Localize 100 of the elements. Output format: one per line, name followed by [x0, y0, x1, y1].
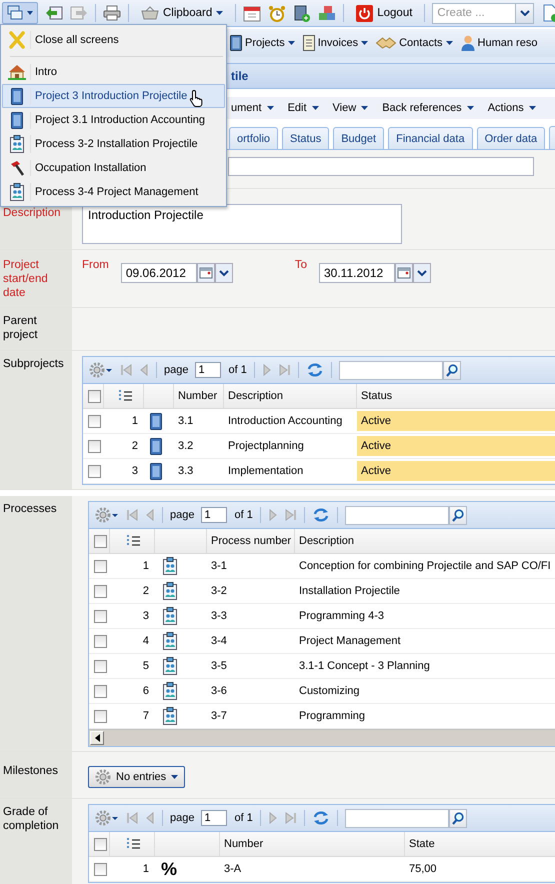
gear-icon[interactable] — [95, 507, 119, 523]
tab[interactable]: Status — [282, 127, 330, 149]
page-number-field[interactable]: 1 — [195, 362, 222, 378]
description-field[interactable]: Introduction Projectile — [82, 204, 402, 244]
calendar-icon[interactable] — [395, 263, 413, 283]
next-page-icon[interactable] — [268, 811, 278, 825]
next-page-icon[interactable] — [268, 508, 278, 522]
checkbox[interactable] — [94, 634, 107, 648]
checkbox[interactable] — [94, 534, 107, 548]
menu-item[interactable]: Process 3-4 Project Management — [2, 180, 225, 204]
previous-page-icon[interactable] — [145, 508, 155, 522]
gear-icon[interactable] — [95, 810, 119, 826]
horizontal-scrollbar[interactable] — [89, 729, 555, 746]
calendar-icon[interactable] — [243, 4, 262, 22]
printer-icon[interactable] — [103, 5, 121, 21]
milestones-button[interactable]: No entries — [88, 766, 186, 788]
refresh-icon[interactable] — [312, 810, 330, 826]
checkbox[interactable] — [94, 584, 107, 598]
checkbox[interactable] — [94, 560, 107, 572]
tab[interactable]: Budget — [333, 127, 384, 149]
power-icon — [356, 4, 374, 22]
menu-item[interactable]: Back references — [380, 102, 476, 114]
menu-item[interactable]: ument — [229, 102, 276, 114]
previous-page-icon[interactable] — [145, 811, 155, 825]
page-number-field[interactable]: 1 — [201, 507, 228, 523]
previous-page-icon[interactable] — [139, 363, 149, 377]
column-header[interactable]: Number — [220, 832, 405, 856]
last-page-icon[interactable] — [278, 363, 291, 377]
menu-item[interactable]: Actions — [486, 102, 538, 114]
navigation-menu[interactable]: Human reso — [460, 35, 538, 51]
search-field[interactable] — [344, 506, 449, 524]
back-icon[interactable] — [45, 5, 63, 21]
navigation-menu[interactable]: Projects — [229, 35, 296, 51]
checkbox[interactable] — [88, 440, 101, 452]
checkbox[interactable] — [88, 414, 101, 428]
calendar-icon[interactable] — [196, 263, 215, 283]
clipboard-button[interactable]: Clipboard — [136, 2, 228, 24]
document-plus-icon[interactable] — [293, 4, 312, 22]
checkbox[interactable] — [94, 610, 107, 622]
row-number-icon[interactable] — [127, 534, 141, 548]
table-cell-text: Projectplanning — [227, 439, 305, 454]
checkbox[interactable] — [94, 684, 107, 698]
checkbox[interactable] — [88, 464, 101, 478]
menu-item[interactable]: Project 3.1 Introduction Accounting — [2, 108, 225, 132]
search-field[interactable] — [344, 808, 449, 828]
checkbox[interactable] — [94, 838, 107, 850]
forward-icon[interactable] — [70, 5, 88, 21]
page-number-field[interactable]: 1 — [201, 810, 228, 826]
menu-item[interactable]: Project 3 Introduction Projectile — [2, 84, 225, 108]
gear-icon[interactable] — [89, 362, 113, 378]
menu-item[interactable]: View — [330, 102, 370, 114]
first-page-icon[interactable] — [126, 508, 138, 522]
windows-menu-button[interactable] — [2, 2, 38, 24]
scroll-left-button[interactable] — [90, 731, 104, 745]
column-header[interactable]: Description — [224, 384, 357, 408]
dropdown-icon[interactable] — [520, 10, 530, 16]
column-header[interactable]: Description — [295, 529, 555, 553]
checkbox[interactable] — [94, 862, 107, 876]
alarm-clock-icon[interactable] — [268, 4, 286, 22]
date-field[interactable]: 09.06.2012 — [120, 263, 197, 283]
dropdown-icon[interactable] — [214, 263, 233, 283]
menu-item[interactable]: Intro — [2, 60, 225, 84]
column-header[interactable]: Number — [174, 384, 224, 408]
create-combo-box[interactable]: Create ... — [432, 2, 534, 24]
row-number-icon[interactable] — [127, 837, 141, 851]
first-page-icon[interactable] — [120, 363, 132, 377]
last-page-icon[interactable] — [284, 508, 297, 522]
new-document-icon[interactable] — [541, 4, 555, 22]
dropdown-icon[interactable] — [413, 263, 431, 283]
first-page-icon[interactable] — [126, 811, 138, 825]
next-page-icon[interactable] — [262, 363, 272, 377]
tab[interactable]: Financial data — [388, 127, 473, 149]
date-field[interactable]: 30.11.2012 — [319, 263, 395, 283]
refresh-icon[interactable] — [312, 507, 330, 523]
navigation-menu[interactable]: Contacts — [375, 37, 454, 49]
search-button[interactable] — [442, 360, 461, 380]
cubes-icon[interactable] — [318, 4, 336, 22]
menu-item[interactable]: Edit — [286, 102, 321, 114]
search-button[interactable] — [448, 808, 467, 828]
clipboard-icon — [163, 707, 177, 725]
text-field[interactable] — [228, 157, 534, 176]
menu-item[interactable]: Occupation Installation — [2, 156, 225, 180]
row-number-icon[interactable] — [118, 389, 132, 403]
tab[interactable]: Order data — [476, 127, 546, 149]
logout-button[interactable]: Logout — [351, 2, 418, 24]
navigation-menu[interactable]: Invoices — [302, 35, 370, 51]
clipboard-icon — [163, 607, 177, 625]
checkbox[interactable] — [94, 660, 107, 672]
tab[interactable]: ortfolio — [229, 127, 278, 149]
menu-item[interactable]: Process 3-2 Installation Projectile — [2, 132, 225, 156]
refresh-icon[interactable] — [306, 362, 324, 378]
column-header[interactable]: Process number — [207, 529, 295, 553]
checkbox[interactable] — [88, 390, 101, 402]
column-header[interactable]: State — [405, 832, 555, 856]
last-page-icon[interactable] — [284, 811, 297, 825]
search-button[interactable] — [448, 506, 467, 524]
checkbox[interactable] — [94, 710, 107, 722]
search-field[interactable] — [338, 360, 443, 380]
column-header[interactable]: Status — [357, 384, 555, 408]
menu-item[interactable]: Close all screens — [2, 27, 225, 53]
